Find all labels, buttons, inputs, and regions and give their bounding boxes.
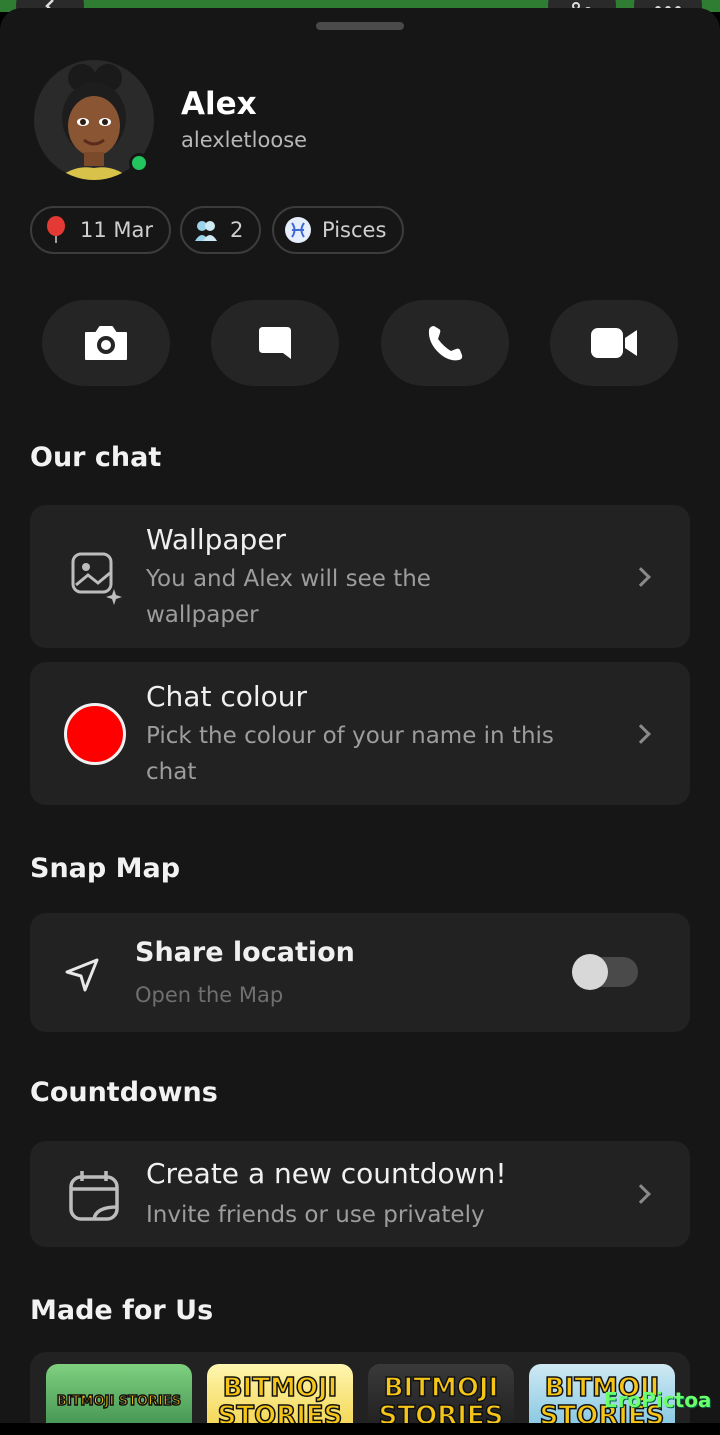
chat-colour-swatch (64, 703, 126, 765)
chat-icon (259, 327, 291, 359)
friends-chip[interactable]: 2 (180, 206, 262, 254)
chat-button[interactable] (211, 300, 339, 386)
camera-icon (85, 326, 127, 360)
wallpaper-title: Wallpaper (146, 523, 287, 556)
chat-colour-subtitle-line1: Pick the colour of your name in this (146, 723, 554, 749)
pisces-icon (284, 216, 312, 244)
wallpaper-row[interactable]: Wallpaper You and Alex will see the wall… (30, 505, 690, 648)
online-status-dot (129, 153, 149, 173)
friends-count: 2 (230, 218, 244, 242)
chat-colour-title: Chat colour (146, 680, 308, 713)
create-countdown-subtitle: Invite friends or use privately (146, 1202, 485, 1228)
create-countdown-row[interactable]: Create a new countdown! Invite friends o… (30, 1141, 690, 1247)
story-thumbnail-label: BITMOJI STORIES (378, 1373, 504, 1431)
location-arrow-icon (65, 958, 99, 992)
share-location-subtitle: Open the Map (135, 983, 284, 1007)
wallpaper-icon (71, 552, 122, 605)
profile-sheet: Alex alexletloose 11 Mar 2 Pisces Our ch… (0, 8, 720, 1423)
bottom-bar (0, 1423, 720, 1435)
chevron-right-icon (631, 567, 651, 587)
section-title-countdowns: Countdowns (30, 1077, 218, 1108)
zodiac-chip[interactable]: Pisces (272, 206, 405, 254)
birthday-chip[interactable]: 11 Mar (30, 206, 172, 254)
create-countdown-title: Create a new countdown! (146, 1157, 507, 1190)
camera-button[interactable] (42, 300, 170, 386)
section-title-snap-map: Snap Map (30, 853, 181, 884)
section-title-our-chat: Our chat (30, 442, 162, 473)
profile-name: Alex (181, 86, 257, 122)
call-button[interactable] (381, 300, 509, 386)
video-icon (591, 328, 637, 358)
video-call-button[interactable] (550, 300, 678, 386)
story-thumbnail-label: BITMOJI STORIES (217, 1373, 343, 1431)
watermark: EroPictoa (604, 1388, 712, 1412)
chat-colour-subtitle-line2: chat (146, 759, 197, 785)
chat-colour-row[interactable]: Chat colour Pick the colour of your name… (30, 662, 690, 805)
chevron-right-icon (631, 1184, 651, 1204)
calendar-icon (69, 1171, 119, 1221)
chevron-right-icon (631, 724, 651, 744)
share-location-row[interactable]: Share location Open the Map (30, 913, 690, 1032)
drag-handle[interactable] (316, 22, 404, 30)
balloon-icon (42, 216, 70, 244)
zodiac-label: Pisces (322, 218, 387, 242)
share-location-toggle[interactable] (572, 954, 638, 990)
phone-icon (428, 326, 463, 361)
story-thumbnail-label: BITMOJI STORIES (56, 1393, 182, 1410)
friends-icon (192, 216, 220, 244)
profile-username: alexletloose (181, 128, 308, 152)
section-title-made-for-us: Made for Us (30, 1295, 214, 1326)
toggle-knob (572, 954, 608, 990)
wallpaper-subtitle-line1: You and Alex will see the (146, 566, 431, 592)
share-location-title: Share location (135, 937, 355, 968)
wallpaper-subtitle-line2: wallpaper (146, 602, 259, 628)
birthday-label: 11 Mar (80, 218, 154, 242)
